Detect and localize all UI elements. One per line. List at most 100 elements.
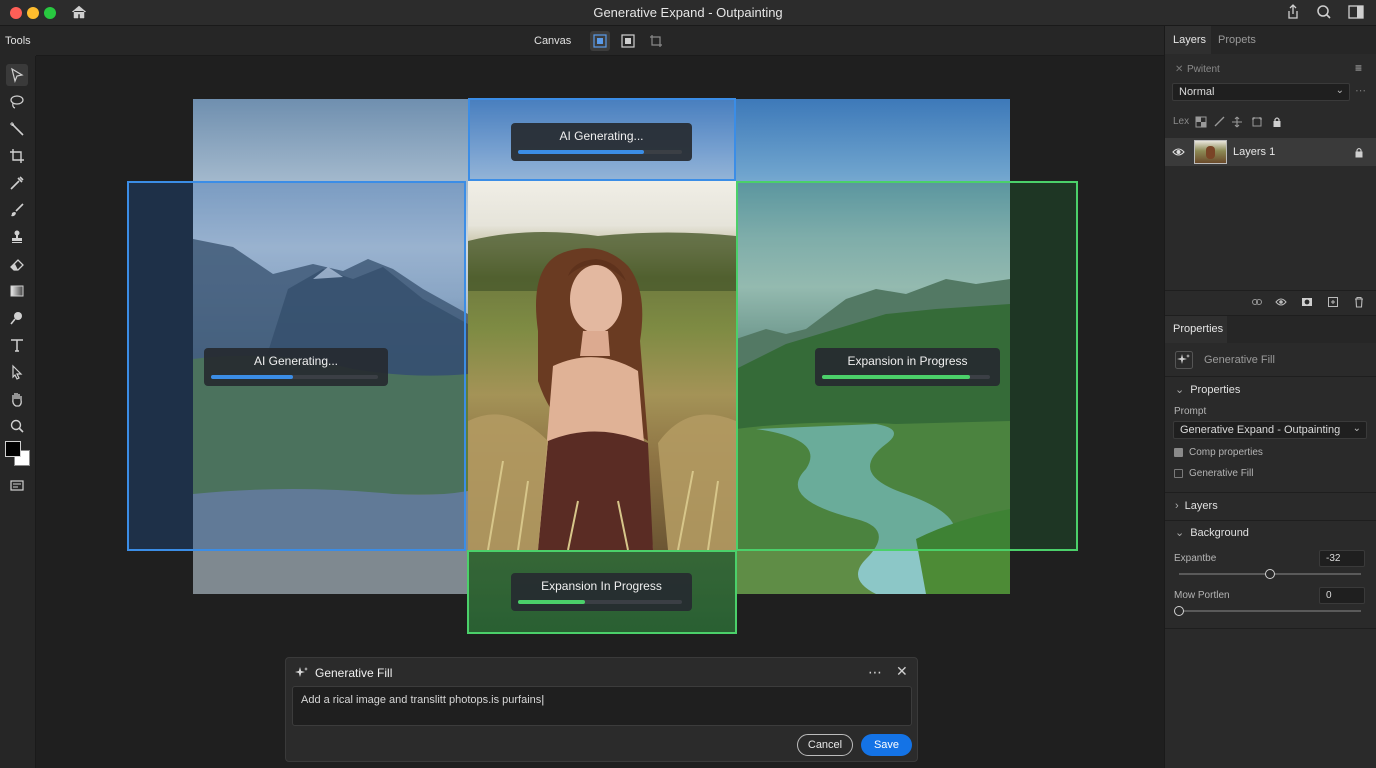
crop-tool[interactable] [6,145,28,167]
lock-transparency-icon[interactable] [1195,116,1207,128]
gradient-tool[interactable] [6,280,28,302]
brush-tool[interactable] [6,199,28,221]
dialog-title: Generative Fill [315,666,393,680]
lock-position-icon[interactable] [1231,116,1243,128]
expand-label: Expantbe [1174,553,1217,564]
more-options-icon[interactable]: ⋯ [868,664,882,681]
lasso-tool[interactable] [6,91,28,113]
eraser-icon [10,259,24,271]
layer-thumbnail [1194,140,1227,164]
magic-wand-icon [10,122,24,136]
new-layer-icon[interactable] [1327,296,1339,308]
right-panel: Layers Propets ✕ Pwitent ≡ Normal ⌄ ⋯ Le… [1164,26,1376,768]
layer-lock-icon [1355,147,1363,158]
quick-mask-tool[interactable] [6,474,28,496]
blend-mode-value: Normal [1179,86,1215,98]
left-badge-label: AI Generating... [253,354,339,368]
hand-tool[interactable] [6,388,28,410]
zoom-tool[interactable] [6,415,28,437]
properties-divider-4 [1165,628,1376,629]
eye-icon[interactable] [1172,147,1185,157]
type-tool[interactable] [6,334,28,356]
prompt-select[interactable]: Generative Expand - Outpainting ⌄ [1173,421,1367,439]
section-background-header[interactable]: ⌄ Background [1165,526,1376,539]
chevron-right-icon: › [1175,500,1179,512]
eraser-tool[interactable] [6,253,28,275]
chevron-down-icon: ⌄ [1175,527,1185,539]
right-progress-fill [822,375,970,379]
lock-brush-icon[interactable] [1213,116,1225,128]
path-select-tool[interactable] [6,361,28,383]
color-swatches[interactable] [4,440,32,468]
mow-slider-knob[interactable] [1174,606,1184,616]
expand-slider-knob[interactable] [1265,569,1275,579]
filter-x-icon[interactable]: ✕ [1175,64,1183,75]
tab-layers[interactable]: Layers [1173,34,1206,46]
left-progress-fill [211,375,293,379]
opacity-more-icon[interactable]: ⋯ [1355,84,1366,97]
mow-slider-track[interactable] [1179,610,1361,612]
properties-divider-1 [1165,376,1376,377]
panel-menu-icon[interactable]: ≡ [1355,61,1362,75]
fit-canvas-icon [621,34,635,48]
comp-properties-checkbox[interactable] [1174,448,1183,457]
expand-canvas-button[interactable] [590,31,610,51]
stamp-icon [12,230,22,243]
close-icon[interactable]: ✕ [896,663,908,680]
move-tool[interactable] [6,64,28,86]
magic-wand-tool[interactable] [6,118,28,140]
crop-canvas-button[interactable] [646,31,666,51]
window-title: Generative Expand - Outpainting [593,5,783,20]
brush-icon [11,203,24,217]
canvas-label: Canvas [534,35,572,47]
panel-toggle-icon[interactable] [1347,3,1365,21]
expand-canvas-icon [593,34,607,48]
blend-mode-select[interactable]: Normal ⌄ [1172,83,1350,101]
tab-properties[interactable]: Propets [1218,34,1256,46]
foreground-color-swatch[interactable] [5,441,21,457]
section-properties-header[interactable]: ⌄ Properties [1165,383,1376,396]
fit-canvas-button[interactable] [618,31,638,51]
layer-name[interactable]: Layers 1 [1233,146,1275,158]
layer-row[interactable]: Layers 1 [1165,138,1376,166]
lock-all-icon[interactable] [1271,116,1283,128]
top-progress-track [518,150,682,154]
portrait-original-image [468,181,736,550]
expand-value-input[interactable]: -32 [1319,550,1365,567]
bottom-progress-fill [518,600,586,604]
eyedropper-tool[interactable] [6,172,28,194]
section-layers-header[interactable]: › Layers [1165,500,1376,512]
trash-icon[interactable] [1353,296,1365,308]
save-button[interactable]: Save [861,734,912,756]
layer-style-icon[interactable] [1275,296,1287,308]
zoom-icon [10,419,24,433]
cancel-button[interactable]: Cancel [797,734,853,756]
options-bar: Canvas [36,26,1164,56]
tools-label: Tools [0,26,36,56]
search-icon[interactable] [1315,3,1333,21]
tab-properties-panel[interactable]: Properties [1173,323,1223,335]
dodge-icon [10,312,22,325]
top-progress-fill [518,150,645,154]
stamp-tool[interactable] [6,226,28,248]
comp-properties-label: Comp properties [1189,447,1263,458]
lock-artboard-icon[interactable] [1251,116,1263,128]
lock-label: Lex [1173,116,1190,127]
left-progress-track [211,375,378,379]
gradient-icon [10,285,24,297]
sparkle-icon [295,667,308,677]
generative-fill-checkbox[interactable] [1174,469,1183,478]
prompt-text: Add a rical image and translitt photops.… [301,694,542,706]
share-icon[interactable] [1284,3,1302,21]
section-properties-label: Properties [1190,384,1241,396]
bottom-badge-label: Expansion In Progress [541,579,662,593]
crop-canvas-icon [650,35,662,47]
generative-fill-icon [1175,351,1193,369]
dodge-tool[interactable] [6,307,28,329]
prompt-textarea[interactable]: Add a rical image and translitt photops.… [292,686,912,726]
mow-value-input[interactable]: 0 [1319,587,1365,604]
add-mask-icon[interactable] [1301,296,1313,308]
link-layers-icon[interactable] [1251,296,1263,308]
properties-divider-3 [1165,520,1376,521]
type-icon [11,339,23,352]
